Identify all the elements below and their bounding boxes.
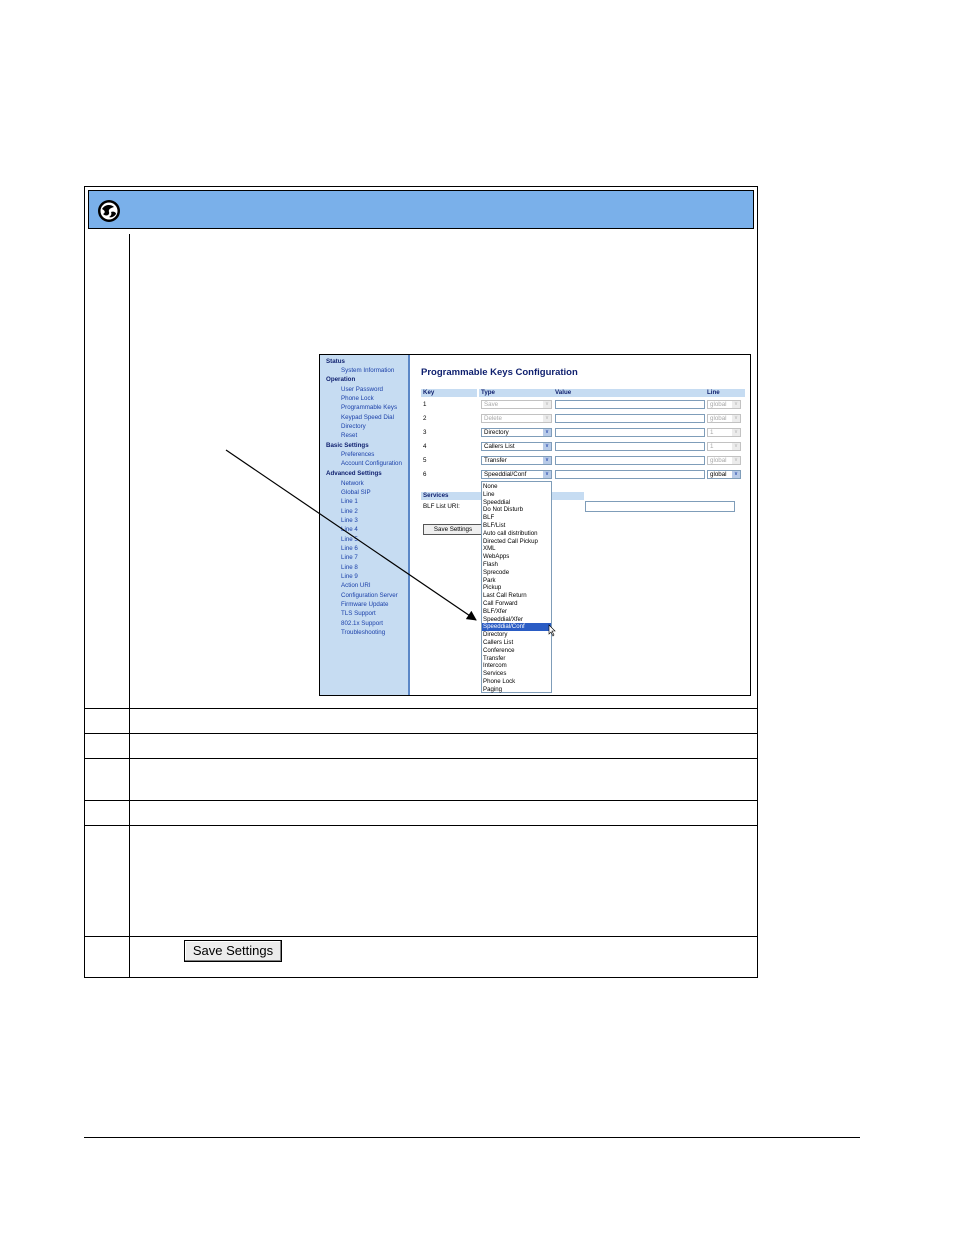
mouse-cursor-icon [548,624,556,637]
pointer-arrow [225,449,556,637]
footer-rule [84,1137,860,1138]
save-settings-button-large[interactable]: Save Settings [184,940,282,962]
